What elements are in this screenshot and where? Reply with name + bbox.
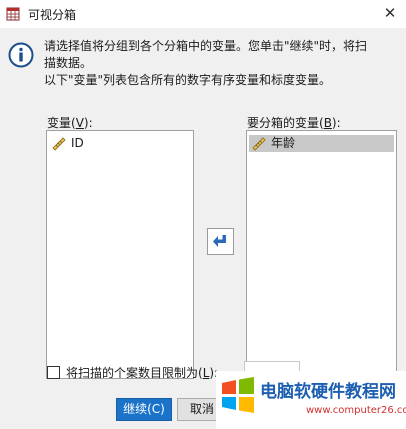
- list-item[interactable]: 年龄: [249, 135, 394, 152]
- bin-variables-label: 要分箱的变量(B):: [247, 116, 341, 130]
- info-message: 请选择值将分组到各个分箱中的变量。您单击"继续"时，将扫 描数据。 以下"变量"…: [44, 38, 394, 89]
- variables-listbox[interactable]: ID: [46, 130, 194, 379]
- dialog-body: 请选择值将分组到各个分箱中的变量。您单击"继续"时，将扫 描数据。 以下"变量"…: [0, 28, 406, 429]
- close-button[interactable]: ✕: [378, 2, 402, 24]
- ruler-icon: [252, 137, 266, 151]
- limit-cases-checkbox[interactable]: [47, 366, 60, 379]
- bin-variables-listbox[interactable]: 年龄: [246, 130, 397, 379]
- variables-label: 变量(V):: [47, 116, 93, 130]
- list-item-label: 年龄: [271, 136, 296, 150]
- window-title: 可视分箱: [28, 8, 77, 22]
- move-variable-button[interactable]: [207, 228, 234, 255]
- watermark: 电脑软硬件教程网 www.computer26.com: [216, 371, 406, 429]
- list-item-label: ID: [71, 136, 84, 150]
- arrow-left-icon: [213, 235, 226, 247]
- windows-logo: [222, 377, 254, 413]
- spss-app-icon: [6, 7, 20, 21]
- ruler-icon: [52, 137, 66, 151]
- info-line: 以下"变量"列表包含所有的数字有序变量和标度变量。: [44, 73, 332, 87]
- info-icon: [8, 42, 34, 68]
- info-line: 请选择值将分组到各个分箱中的变量。您单击"继续"时，将扫: [44, 39, 368, 53]
- dialog-titlebar: 可视分箱 ✕: [0, 0, 406, 28]
- limit-cases-label: 将扫描的个案数目限制为(L):: [66, 366, 219, 380]
- info-line: 描数据。: [44, 56, 93, 70]
- watermark-brand: 电脑软硬件教程网: [260, 382, 396, 402]
- watermark-site: www.computer26.com: [306, 405, 406, 416]
- continue-button[interactable]: 继续(C): [116, 398, 172, 421]
- close-icon: ✕: [383, 4, 397, 22]
- list-item[interactable]: ID: [49, 135, 191, 152]
